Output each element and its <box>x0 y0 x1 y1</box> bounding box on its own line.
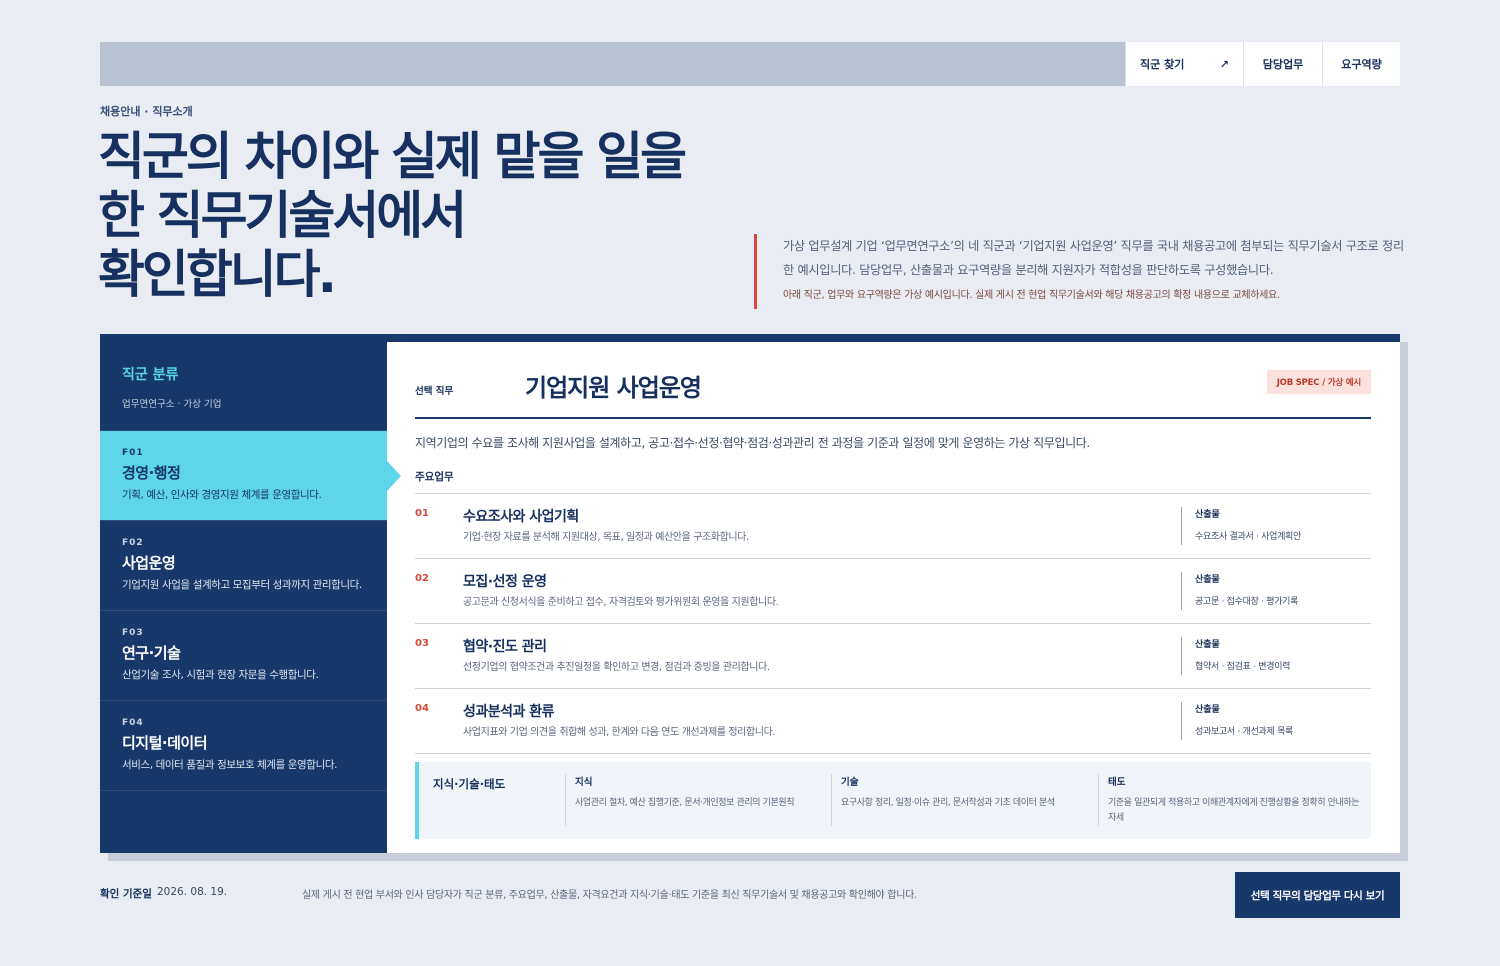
family-code: F04 <box>122 718 144 728</box>
family-desc: 기업지원 사업을 설계하고 모집부터 성과까지 관리합니다. <box>122 579 362 591</box>
family-name: 사업운영 <box>122 554 176 572</box>
duty-desc: 선정기업의 협약조건과 추진일정을 확인하고 변경, 점검과 증빙을 관리합니다… <box>463 662 770 673</box>
job-header: 선택 직무 기업지원 사업운영 JOB SPEC / 가상 예시 <box>415 342 1371 419</box>
ksa-knowledge-label: 지식 <box>575 777 593 788</box>
ksa-skill-label: 기술 <box>841 777 859 788</box>
output-label: 산출물 <box>1195 510 1220 520</box>
sidebar-item-management[interactable]: F01 경영·행정 기획, 예산, 인사와 경영지원 체계를 운영합니다. <box>100 431 401 521</box>
sidebar-item-operations[interactable]: F02 사업운영 기업지원 사업을 설계하고 모집부터 성과까지 관리합니다. <box>100 521 387 611</box>
output-label: 산출물 <box>1195 640 1220 650</box>
ksa-knowledge: 지식 사업관리 절차, 예산 집행기준, 문서·개인정보 관리의 기본원칙 <box>565 774 831 826</box>
ksa-title: 지식·기술·태도 <box>433 777 506 791</box>
duty-desc: 기업·현장 자료를 분석해 지원대상, 목표, 일정과 예산안을 구조화합니다. <box>463 532 749 543</box>
duty-output: 산출물 수요조사 결과서 · 사업계획안 <box>1181 507 1371 545</box>
family-sidebar: 직군 분류 업무면연구소 · 가상 기업 F01 경영·행정 기획, 예산, 인… <box>100 342 401 853</box>
duty-number: 03 <box>415 638 429 649</box>
sidebar-subtitle: 업무면연구소 · 가상 기업 <box>122 399 222 410</box>
job-description: 지역기업의 수요를 조사해 지원사업을 설계하고, 공고·접수·선정·협약·점검… <box>415 436 1090 450</box>
duty-output: 산출물 성과보고서 · 개선과제 목록 <box>1181 702 1371 740</box>
output-value: 성과보고서 · 개선과제 목록 <box>1195 727 1294 737</box>
date-label: 확인 기준일 <box>100 888 152 900</box>
ksa-attitude-label: 태도 <box>1108 777 1126 788</box>
job-panel: 직군 분류 업무면연구소 · 가상 기업 F01 경영·행정 기획, 예산, 인… <box>100 334 1400 853</box>
ksa-attitude-text: 기준을 일관되게 적용하고 이해관계자에게 진행상황을 정확히 안내하는 자세 <box>1108 798 1360 823</box>
intro-note: 아래 직군, 업무와 요구역량은 가상 예시입니다. 실제 게시 전 현업 직무… <box>783 290 1280 301</box>
footer-note: 실제 게시 전 현업 부서와 인사 담당자가 직군 분류, 주요업무, 산출물,… <box>302 890 917 901</box>
ksa-box: 지식·기술·태도 지식 사업관리 절차, 예산 집행기준, 문서·개인정보 관리… <box>415 762 1371 839</box>
output-label: 산출물 <box>1195 705 1220 715</box>
family-name: 연구·기술 <box>122 644 181 662</box>
page-title: 직군의 차이와 실제 맡을 일을 한 직무기술서에서 확인합니다. <box>98 128 738 305</box>
job-content: 선택 직무 기업지원 사업운영 JOB SPEC / 가상 예시 지역기업의 수… <box>415 342 1371 839</box>
breadcrumb: 채용안내 · 직무소개 <box>100 105 193 118</box>
nav-find-label: 직군 찾기 <box>1140 58 1185 71</box>
duty-title: 수요조사와 사업기획 <box>463 509 579 525</box>
duty-output: 산출물 공고문 · 접수대장 · 평가기록 <box>1181 572 1371 610</box>
output-value: 수요조사 결과서 · 사업계획안 <box>1195 532 1302 542</box>
top-bar: 직군 찾기 ↗ 담당업무 요구역량 <box>100 42 1400 86</box>
headline-line-3: 확인합니다. <box>98 246 337 305</box>
job-title: 기업지원 사업운영 <box>525 374 702 402</box>
duty-row: 04 성과분석과 환류 사업지표와 기업 의견을 취합해 성과, 한계와 다음 … <box>415 689 1371 754</box>
nav-duty[interactable]: 담당업무 <box>1243 42 1322 86</box>
output-value: 공고문 · 접수대장 · 평가기록 <box>1195 597 1299 607</box>
duty-number: 01 <box>415 508 429 519</box>
duty-output: 산출물 협약서 · 점검표 · 변경이력 <box>1181 637 1371 675</box>
duty-row: 01 수요조사와 사업기획 기업·현장 자료를 분석해 지원대상, 목표, 일정… <box>415 494 1371 559</box>
arrow-up-right-icon: ↗ <box>1219 57 1229 71</box>
duty-number: 04 <box>415 703 429 714</box>
family-code: F03 <box>122 628 144 638</box>
family-name: 디지털·데이터 <box>122 734 208 752</box>
sidebar-item-digital[interactable]: F04 디지털·데이터 서비스, 데이터 품질과 정보보호 체계를 운영합니다. <box>100 701 387 791</box>
family-code: F01 <box>122 448 144 458</box>
family-name: 경영·행정 <box>122 464 181 482</box>
sidebar-item-research[interactable]: F03 연구·기술 산업기술 조사, 시험과 현장 자문을 수행합니다. <box>100 611 387 701</box>
duty-desc: 공고문과 신청서식을 준비하고 접수, 자격검토와 평가위원회 운영을 지원합니… <box>463 597 779 608</box>
headline-line-2: 한 직무기술서에서 <box>98 187 467 246</box>
duty-title: 모집·선정 운영 <box>463 574 547 590</box>
job-spec-badge: JOB SPEC / 가상 예시 <box>1266 370 1371 394</box>
job-label: 선택 직무 <box>415 386 454 397</box>
duty-title: 성과분석과 환류 <box>463 704 555 720</box>
intro-text: 가상 업무설계 기업 ‘업무면연구소’의 네 직군과 ‘기업지원 사업운영’ 직… <box>783 239 1404 277</box>
date-value: 2026. 08. 19. <box>157 886 228 898</box>
nav-find-job[interactable]: 직군 찾기 ↗ <box>1125 42 1243 86</box>
output-value: 협약서 · 점검표 · 변경이력 <box>1195 662 1291 672</box>
output-label: 산출물 <box>1195 575 1220 585</box>
ksa-skill-text: 요구사항 정리, 일정·이슈 관리, 문서작성과 기초 데이터 분석 <box>841 798 1055 808</box>
duties-label: 주요업무 <box>415 471 454 483</box>
family-desc: 산업기술 조사, 시험과 현장 자문을 수행합니다. <box>122 669 319 681</box>
top-nav: 직군 찾기 ↗ 담당업무 요구역량 <box>1125 42 1400 86</box>
ksa-attitude: 태도 기준을 일관되게 적용하고 이해관계자에게 진행상황을 정확히 안내하는 … <box>1098 774 1368 826</box>
sidebar-header: 직군 분류 업무면연구소 · 가상 기업 <box>100 342 387 431</box>
headline-line-1: 직군의 차이와 실제 맡을 일을 <box>98 128 687 187</box>
duty-number: 02 <box>415 573 429 584</box>
review-duties-button[interactable]: 선택 직무의 담당업무 다시 보기 <box>1235 872 1400 918</box>
duty-row: 03 협약·진도 관리 선정기업의 협약조건과 추진일정을 확인하고 변경, 점… <box>415 624 1371 689</box>
ksa-skill: 기술 요구사항 정리, 일정·이슈 관리, 문서작성과 기초 데이터 분석 <box>831 774 1098 826</box>
nav-requirements[interactable]: 요구역량 <box>1322 42 1400 86</box>
ksa-knowledge-text: 사업관리 절차, 예산 집행기준, 문서·개인정보 관리의 기본원칙 <box>575 798 795 808</box>
family-code: F02 <box>122 538 144 548</box>
duty-desc: 사업지표와 기업 의견을 취합해 성과, 한계와 다음 연도 개선과제를 정리합… <box>463 727 776 738</box>
intro-block: 가상 업무설계 기업 ‘업무면연구소’의 네 직군과 ‘기업지원 사업운영’ 직… <box>754 234 1404 309</box>
duties-list: 01 수요조사와 사업기획 기업·현장 자료를 분석해 지원대상, 목표, 일정… <box>415 493 1371 754</box>
duty-row: 02 모집·선정 운영 공고문과 신청서식을 준비하고 접수, 자격검토와 평가… <box>415 559 1371 624</box>
duty-title: 협약·진도 관리 <box>463 639 547 655</box>
family-desc: 기획, 예산, 인사와 경영지원 체계를 운영합니다. <box>122 489 322 501</box>
family-desc: 서비스, 데이터 품질과 정보보호 체계를 운영합니다. <box>122 759 338 771</box>
sidebar-title: 직군 분류 <box>122 367 179 383</box>
